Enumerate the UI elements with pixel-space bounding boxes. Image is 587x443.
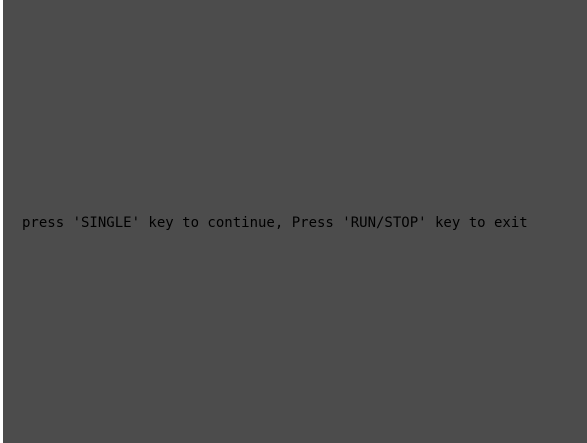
continue-exit-prompt: press 'SINGLE' key to continue, Press 'R… bbox=[22, 215, 528, 231]
device-screen: press 'SINGLE' key to continue, Press 'R… bbox=[3, 0, 587, 443]
